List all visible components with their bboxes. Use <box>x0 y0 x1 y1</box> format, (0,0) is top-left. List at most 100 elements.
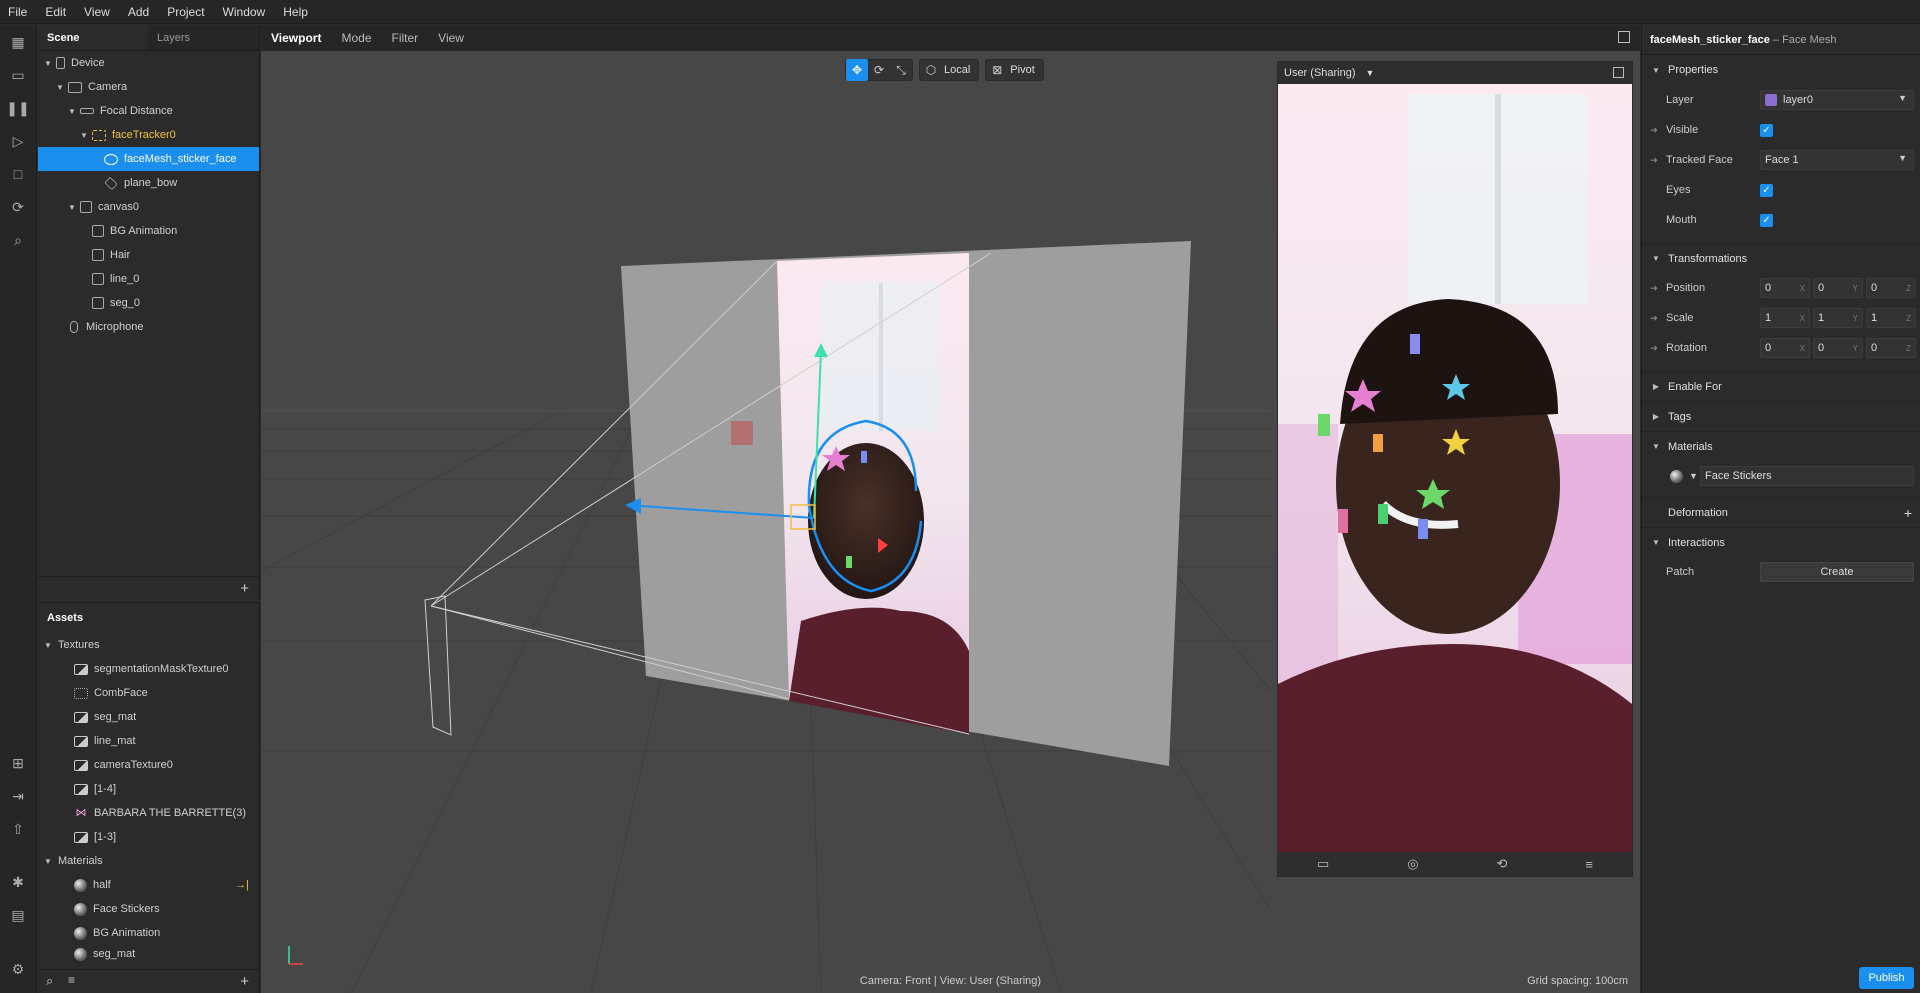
tree-item-camera[interactable]: ▼ Camera <box>38 75 259 99</box>
search-icon[interactable]: ⌕ <box>9 231 27 249</box>
asset-item[interactable]: Face Stickers <box>38 897 259 921</box>
add-deformation-plus-icon[interactable]: + <box>1904 505 1912 521</box>
asset-item[interactable]: seg_mat <box>38 945 259 963</box>
simulator-preview[interactable]: User (Sharing) ▼ ▭ ◎ ⟲ ≡ <box>1277 61 1633 877</box>
menu-view[interactable]: View <box>75 5 119 19</box>
import-icon[interactable]: ⊞ <box>9 754 27 772</box>
tab-layers[interactable]: Layers <box>148 25 258 50</box>
expand-arrow-icon[interactable]: ▼ <box>66 107 78 116</box>
keyframe-arrow-icon[interactable]: ➔ <box>1642 125 1666 136</box>
pause-icon[interactable]: ❚❚ <box>6 99 29 117</box>
mouth-checkbox[interactable]: ✓ <box>1760 213 1773 227</box>
record-video-icon[interactable]: ▭ <box>1317 856 1329 872</box>
tree-item-seg-0[interactable]: seg_0 <box>38 291 259 315</box>
expand-arrow-icon[interactable]: ▼ <box>1650 442 1662 451</box>
scale-z-field[interactable]: 1Z <box>1866 308 1916 328</box>
section-deformation[interactable]: Deformation + <box>1642 497 1920 527</box>
expand-arrow-icon[interactable]: ▼ <box>1650 538 1662 547</box>
bug-icon[interactable]: ✱ <box>9 873 27 891</box>
tab-viewport[interactable]: Viewport <box>261 31 331 45</box>
position-y-field[interactable]: 0Y <box>1813 278 1863 298</box>
menu-add[interactable]: Add <box>119 5 158 19</box>
layer-dropdown[interactable]: layer0 ▼ <box>1760 90 1914 110</box>
menu-window[interactable]: Window <box>214 5 275 19</box>
add-asset-plus-icon[interactable]: + <box>240 973 249 990</box>
expand-arrow-icon[interactable]: ▼ <box>1650 254 1662 263</box>
play-step-icon[interactable]: ▷ <box>9 132 27 150</box>
expand-arrow-icon[interactable]: ▼ <box>66 203 78 212</box>
asset-item[interactable]: seg_mat <box>38 705 259 729</box>
expand-arrow-icon[interactable]: ▼ <box>42 857 54 866</box>
asset-group-textures[interactable]: ▼ Textures <box>38 633 259 657</box>
section-interactions[interactable]: ▼ Interactions <box>1642 527 1920 557</box>
preview-view-dropdown[interactable]: User (Sharing) <box>1284 67 1356 79</box>
asset-item[interactable]: [1-4] <box>38 777 259 801</box>
visible-checkbox[interactable]: ✓ <box>1760 123 1773 137</box>
tab-view[interactable]: View <box>428 31 474 45</box>
material-field[interactable]: Face Stickers <box>1700 466 1914 486</box>
asset-item[interactable]: ⋈ BARBARA THE BARRETTE(3) <box>38 801 259 825</box>
create-patch-button[interactable]: Create <box>1760 562 1914 582</box>
expand-arrow-icon[interactable]: ▼ <box>54 83 66 92</box>
viewport[interactable]: Viewport Mode Filter View ✥ ⟳ ⤡ ⬡ Local … <box>261 25 1640 993</box>
tree-item-facemesh[interactable]: faceMesh_sticker_face <box>38 147 259 171</box>
keyframe-arrow-icon[interactable]: ➔ <box>1642 283 1666 294</box>
add-object-plus-icon[interactable]: + <box>240 580 249 597</box>
rotate-icon[interactable]: ⟳ <box>868 59 890 81</box>
menu-edit[interactable]: Edit <box>36 5 75 19</box>
link-arrow-icon[interactable]: →| <box>235 879 249 891</box>
rotation-z-field[interactable]: 0Z <box>1866 338 1916 358</box>
tree-item-microphone[interactable]: Microphone <box>38 315 259 339</box>
tree-item-bg-animation[interactable]: BG Animation <box>38 219 259 243</box>
section-transformations[interactable]: ▼ Transformations <box>1642 243 1920 273</box>
keyframe-arrow-icon[interactable]: ➔ <box>1642 155 1666 166</box>
asset-item[interactable]: line_mat <box>38 729 259 753</box>
expand-arrow-icon[interactable]: ▼ <box>78 131 90 140</box>
publish-button[interactable]: Publish <box>1859 967 1914 989</box>
menu-project[interactable]: Project <box>158 5 213 19</box>
tree-item-plane-bow[interactable]: plane_bow <box>38 171 259 195</box>
asset-item[interactable]: CombFace <box>38 681 259 705</box>
move-icon[interactable]: ✥ <box>846 59 868 81</box>
section-properties[interactable]: ▼ Properties <box>1642 55 1920 85</box>
capture-icon[interactable]: ◎ <box>1407 856 1418 872</box>
tree-item-focal-distance[interactable]: ▼ Focal Distance <box>38 99 259 123</box>
collapse-arrow-icon[interactable]: ▶ <box>1650 412 1662 421</box>
tab-scene[interactable]: Scene <box>38 25 148 50</box>
menu-help[interactable]: Help <box>274 5 317 19</box>
collapse-arrow-icon[interactable]: ▶ <box>1650 382 1662 391</box>
upload-icon[interactable]: ⇧ <box>9 820 27 838</box>
rotation-y-field[interactable]: 0Y <box>1813 338 1863 358</box>
refresh-icon[interactable]: ⟳ <box>9 198 27 216</box>
scale-y-field[interactable]: 1Y <box>1813 308 1863 328</box>
stop-icon[interactable]: □ <box>9 165 27 183</box>
keyframe-arrow-icon[interactable]: ➔ <box>1642 343 1666 354</box>
settings-gear-icon[interactable]: ⚙ <box>9 960 27 978</box>
search-icon[interactable]: ⌕ <box>46 973 53 989</box>
asset-item[interactable]: BG Animation <box>38 921 259 945</box>
asset-item[interactable]: half →| <box>38 873 259 897</box>
rotate-device-icon[interactable]: ⟲ <box>1497 856 1508 872</box>
layout-icon[interactable]: ▦ <box>9 33 27 51</box>
tracked-face-dropdown[interactable]: Face 1 ▼ <box>1760 150 1914 170</box>
position-z-field[interactable]: 0Z <box>1866 278 1916 298</box>
section-materials[interactable]: ▼ Materials <box>1642 431 1920 461</box>
keyframe-arrow-icon[interactable]: ➔ <box>1642 313 1666 324</box>
tree-item-canvas[interactable]: ▼ canvas0 <box>38 195 259 219</box>
menu-icon[interactable]: ≡ <box>1585 857 1593 872</box>
tab-mode[interactable]: Mode <box>331 31 381 45</box>
login-icon[interactable]: ⇥ <box>9 787 27 805</box>
pivot-toggle[interactable]: ⊠ Pivot <box>985 59 1044 81</box>
video-icon[interactable]: ▭ <box>9 66 27 84</box>
tree-item-facetracker[interactable]: ▼ faceTracker0 <box>38 123 259 147</box>
section-enable-for[interactable]: ▶ Enable For <box>1642 371 1920 401</box>
scale-icon[interactable]: ⤡ <box>890 59 912 81</box>
chevron-down-icon[interactable]: ▼ <box>1366 68 1375 78</box>
asset-item[interactable]: cameraTexture0 <box>38 753 259 777</box>
tree-item-line-0[interactable]: line_0 <box>38 267 259 291</box>
filter-icon[interactable]: ≡ <box>68 973 75 987</box>
pop-out-icon[interactable] <box>1618 31 1630 43</box>
asset-group-materials[interactable]: ▼ Materials <box>38 849 259 873</box>
scale-x-field[interactable]: 1X <box>1760 308 1810 328</box>
expand-arrow-icon[interactable]: ▼ <box>42 641 54 650</box>
